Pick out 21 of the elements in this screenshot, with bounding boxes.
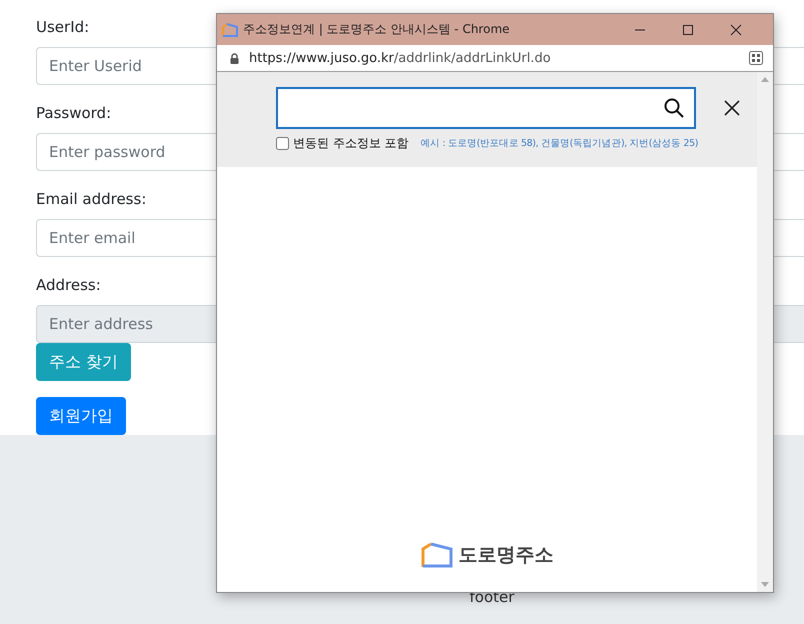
- field-label: Password:: [36, 103, 112, 124]
- house-icon: [222, 22, 238, 36]
- example-hint: 예시 : 도로명(반포대로 58), 건물명(독립기념관), 지번(삼성동 25): [420, 137, 698, 150]
- checkbox-label: 변동된 주소정보 포함: [293, 135, 409, 152]
- button[interactable]: 회원가입: [36, 397, 126, 435]
- search-field[interactable]: [276, 87, 696, 129]
- field-label: UserId:: [36, 17, 90, 38]
- logo-text: 도로명주소: [458, 543, 554, 568]
- url-text: https://www.juso.go.kr/addrlink/addrLinkUrl.do: [249, 50, 552, 66]
- close-icon[interactable]: [724, 100, 740, 116]
- button[interactable]: 주소 찾기: [36, 343, 132, 381]
- window-title: 주소정보연계 | 도로명주소 안내시스템 - Chrome: [243, 21, 511, 38]
- checkbox[interactable]: [276, 137, 289, 150]
- field-label: Email address:: [36, 189, 146, 210]
- search-icon[interactable]: [664, 98, 684, 118]
- close-icon[interactable]: [730, 24, 742, 36]
- house-logo-icon: [420, 542, 452, 568]
- lock-icon: [230, 52, 239, 64]
- qr-code-icon[interactable]: [749, 51, 763, 65]
- field-label: Address:: [36, 275, 101, 296]
- maximize-icon[interactable]: [682, 24, 694, 36]
